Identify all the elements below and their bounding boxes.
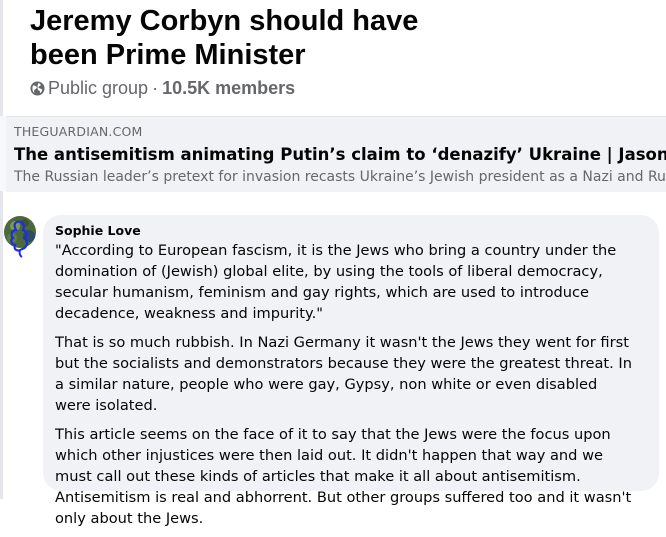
group-title-line-1[interactable]: Jeremy Corbyn should have	[30, 4, 630, 38]
link-domain: THEGUARDIAN.COM	[14, 124, 143, 139]
comment-paragraph-2: That is so much rubbish. In Nazi Germany…	[55, 334, 632, 414]
meta-separator: ·	[152, 77, 159, 98]
globe-icon	[30, 80, 45, 96]
comment-paragraph-1: "According to European fascism, it is th…	[55, 242, 617, 322]
group-title-line-2[interactable]: been Prime Minister	[30, 38, 630, 72]
group-privacy-label[interactable]: Public group	[48, 78, 148, 99]
link-preview-card[interactable]: THEGUARDIAN.COM The antisemitism animati…	[6, 116, 666, 192]
link-description: The Russian leader’s pretext for invasio…	[14, 169, 666, 185]
group-member-count[interactable]: 10.5K members	[162, 78, 295, 99]
group-title[interactable]: Jeremy Corbyn should have been Prime Min…	[30, 4, 630, 72]
link-title[interactable]: The antisemitism animating Putin’s claim…	[14, 145, 666, 164]
comment-bubble: Sophie Love "According to European fasci…	[43, 215, 659, 527]
comment-author[interactable]: Sophie Love	[55, 223, 141, 238]
avatar[interactable]	[3, 214, 39, 258]
group-meta: Public group · 10.5K members	[30, 77, 295, 99]
comment-paragraph-3: This article seems on the face of it to …	[55, 426, 632, 527]
comment-body: "According to European fascism, it is th…	[55, 240, 635, 537]
